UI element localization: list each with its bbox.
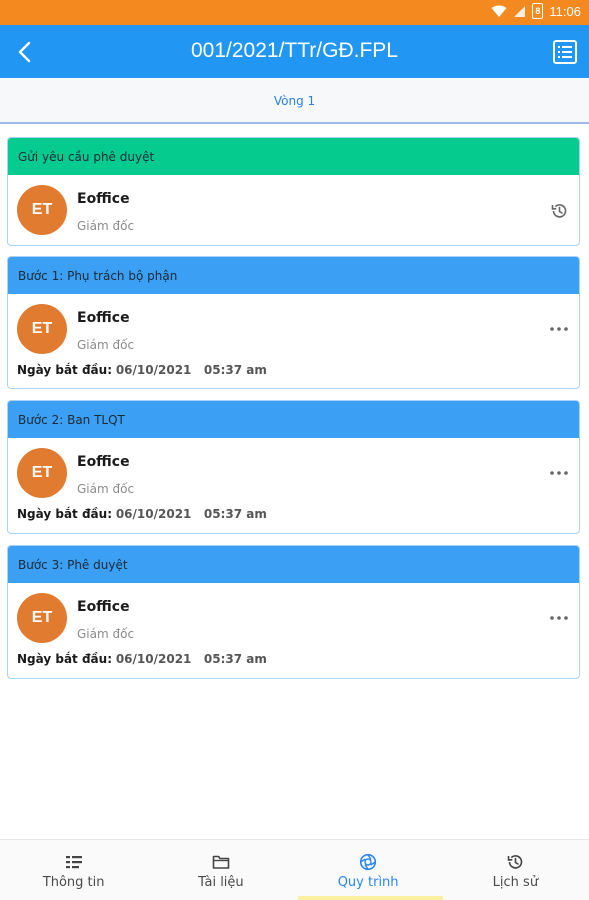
step-card-1: Bước 1: Phụ trách bộ phận ET Eoffice Giá… [7, 256, 580, 389]
avatar: ET [17, 304, 67, 354]
more-icon [550, 471, 568, 475]
nav-label: Lịch sử [492, 875, 539, 890]
person-role: Giám đốc [77, 627, 135, 641]
menu-button[interactable] [551, 38, 579, 66]
bottom-nav: Thông tin Tài liệu Quy trình Lịch sử [0, 839, 589, 900]
person-role: Giám đốc [77, 219, 135, 233]
folder-icon [212, 855, 230, 869]
step-header: Bước 2: Ban TLQT [8, 401, 579, 438]
start-date-label: Ngày bắt đầu: [17, 363, 112, 377]
app-bar: 001/2021/TTr/GĐ.FPL [0, 25, 589, 78]
person-name: Eoffice [77, 310, 130, 326]
start-date-value: 06/10/2021 05:37 am [115, 363, 267, 377]
step-card-request: Gửi yêu cầu phê duyệt ET Eoffice Giám đố… [7, 137, 580, 246]
step-body: ET Eoffice Giám đốc Ngày bắt đầu: 06/10/… [8, 438, 579, 533]
more-button[interactable] [549, 463, 569, 483]
status-bar: 8 11:06 [0, 0, 589, 25]
page-title: 001/2021/TTr/GĐ.FPL [191, 39, 398, 62]
status-icons: 8 11:06 [491, 3, 581, 19]
person-role: Giám đốc [77, 482, 135, 496]
wifi-icon [491, 5, 507, 17]
avatar: ET [17, 185, 67, 235]
more-icon [550, 327, 568, 331]
start-date-value: 06/10/2021 05:37 am [115, 652, 267, 666]
nav-label: Tài liệu [198, 875, 244, 890]
step-card-3: Bước 3: Phê duyệt ET Eoffice Giám đốc Ng… [7, 545, 580, 679]
step-header: Bước 1: Phụ trách bộ phận [8, 257, 579, 294]
more-button[interactable] [549, 608, 569, 628]
battery-icon: 8 [532, 3, 544, 19]
info-list-icon [65, 856, 82, 869]
start-date-label: Ngày bắt đầu: [17, 507, 112, 521]
nav-item-documents[interactable]: Tài liệu [147, 840, 294, 900]
nav-label: Thông tin [42, 875, 105, 890]
status-time: 11:06 [549, 3, 581, 19]
step-card-2: Bước 2: Ban TLQT ET Eoffice Giám đốc Ngà… [7, 400, 580, 534]
person-name: Eoffice [77, 599, 130, 615]
start-date-label: Ngày bắt đầu: [17, 652, 112, 666]
person-role: Giám đốc [77, 338, 135, 352]
start-date-row: Ngày bắt đầu: 06/10/2021 05:37 am [17, 363, 267, 377]
start-date-value: 06/10/2021 05:37 am [115, 507, 267, 521]
step-header: Gửi yêu cầu phê duyệt [8, 138, 579, 175]
nav-label: Quy trình [337, 875, 399, 890]
tab-round-1[interactable]: Vòng 1 [0, 94, 589, 108]
person-name: Eoffice [77, 454, 130, 470]
step-header: Bước 3: Phê duyệt [8, 546, 579, 583]
more-icon [550, 616, 568, 620]
nav-item-process[interactable]: Quy trình [295, 840, 442, 900]
step-body: ET Eoffice Giám đốc [8, 175, 579, 245]
signal-icon [514, 5, 526, 17]
start-date-row: Ngày bắt đầu: 06/10/2021 05:37 am [17, 652, 267, 666]
step-body: ET Eoffice Giám đốc Ngày bắt đầu: 06/10/… [8, 294, 579, 388]
list-menu-icon [553, 40, 577, 64]
history-button[interactable] [549, 201, 569, 221]
step-body: ET Eoffice Giám đốc Ngày bắt đầu: 06/10/… [8, 583, 579, 678]
start-date-row: Ngày bắt đầu: 06/10/2021 05:37 am [17, 507, 267, 521]
avatar: ET [17, 448, 67, 498]
more-button[interactable] [549, 319, 569, 339]
person-name: Eoffice [77, 191, 130, 207]
active-tab-indicator [298, 896, 443, 900]
avatar: ET [17, 593, 67, 643]
nav-item-info[interactable]: Thông tin [0, 840, 147, 900]
round-bar: Vòng 1 [0, 78, 589, 124]
process-icon [360, 853, 377, 871]
history-icon [551, 204, 567, 218]
nav-item-history[interactable]: Lịch sử [442, 840, 589, 900]
history-icon [508, 855, 523, 869]
